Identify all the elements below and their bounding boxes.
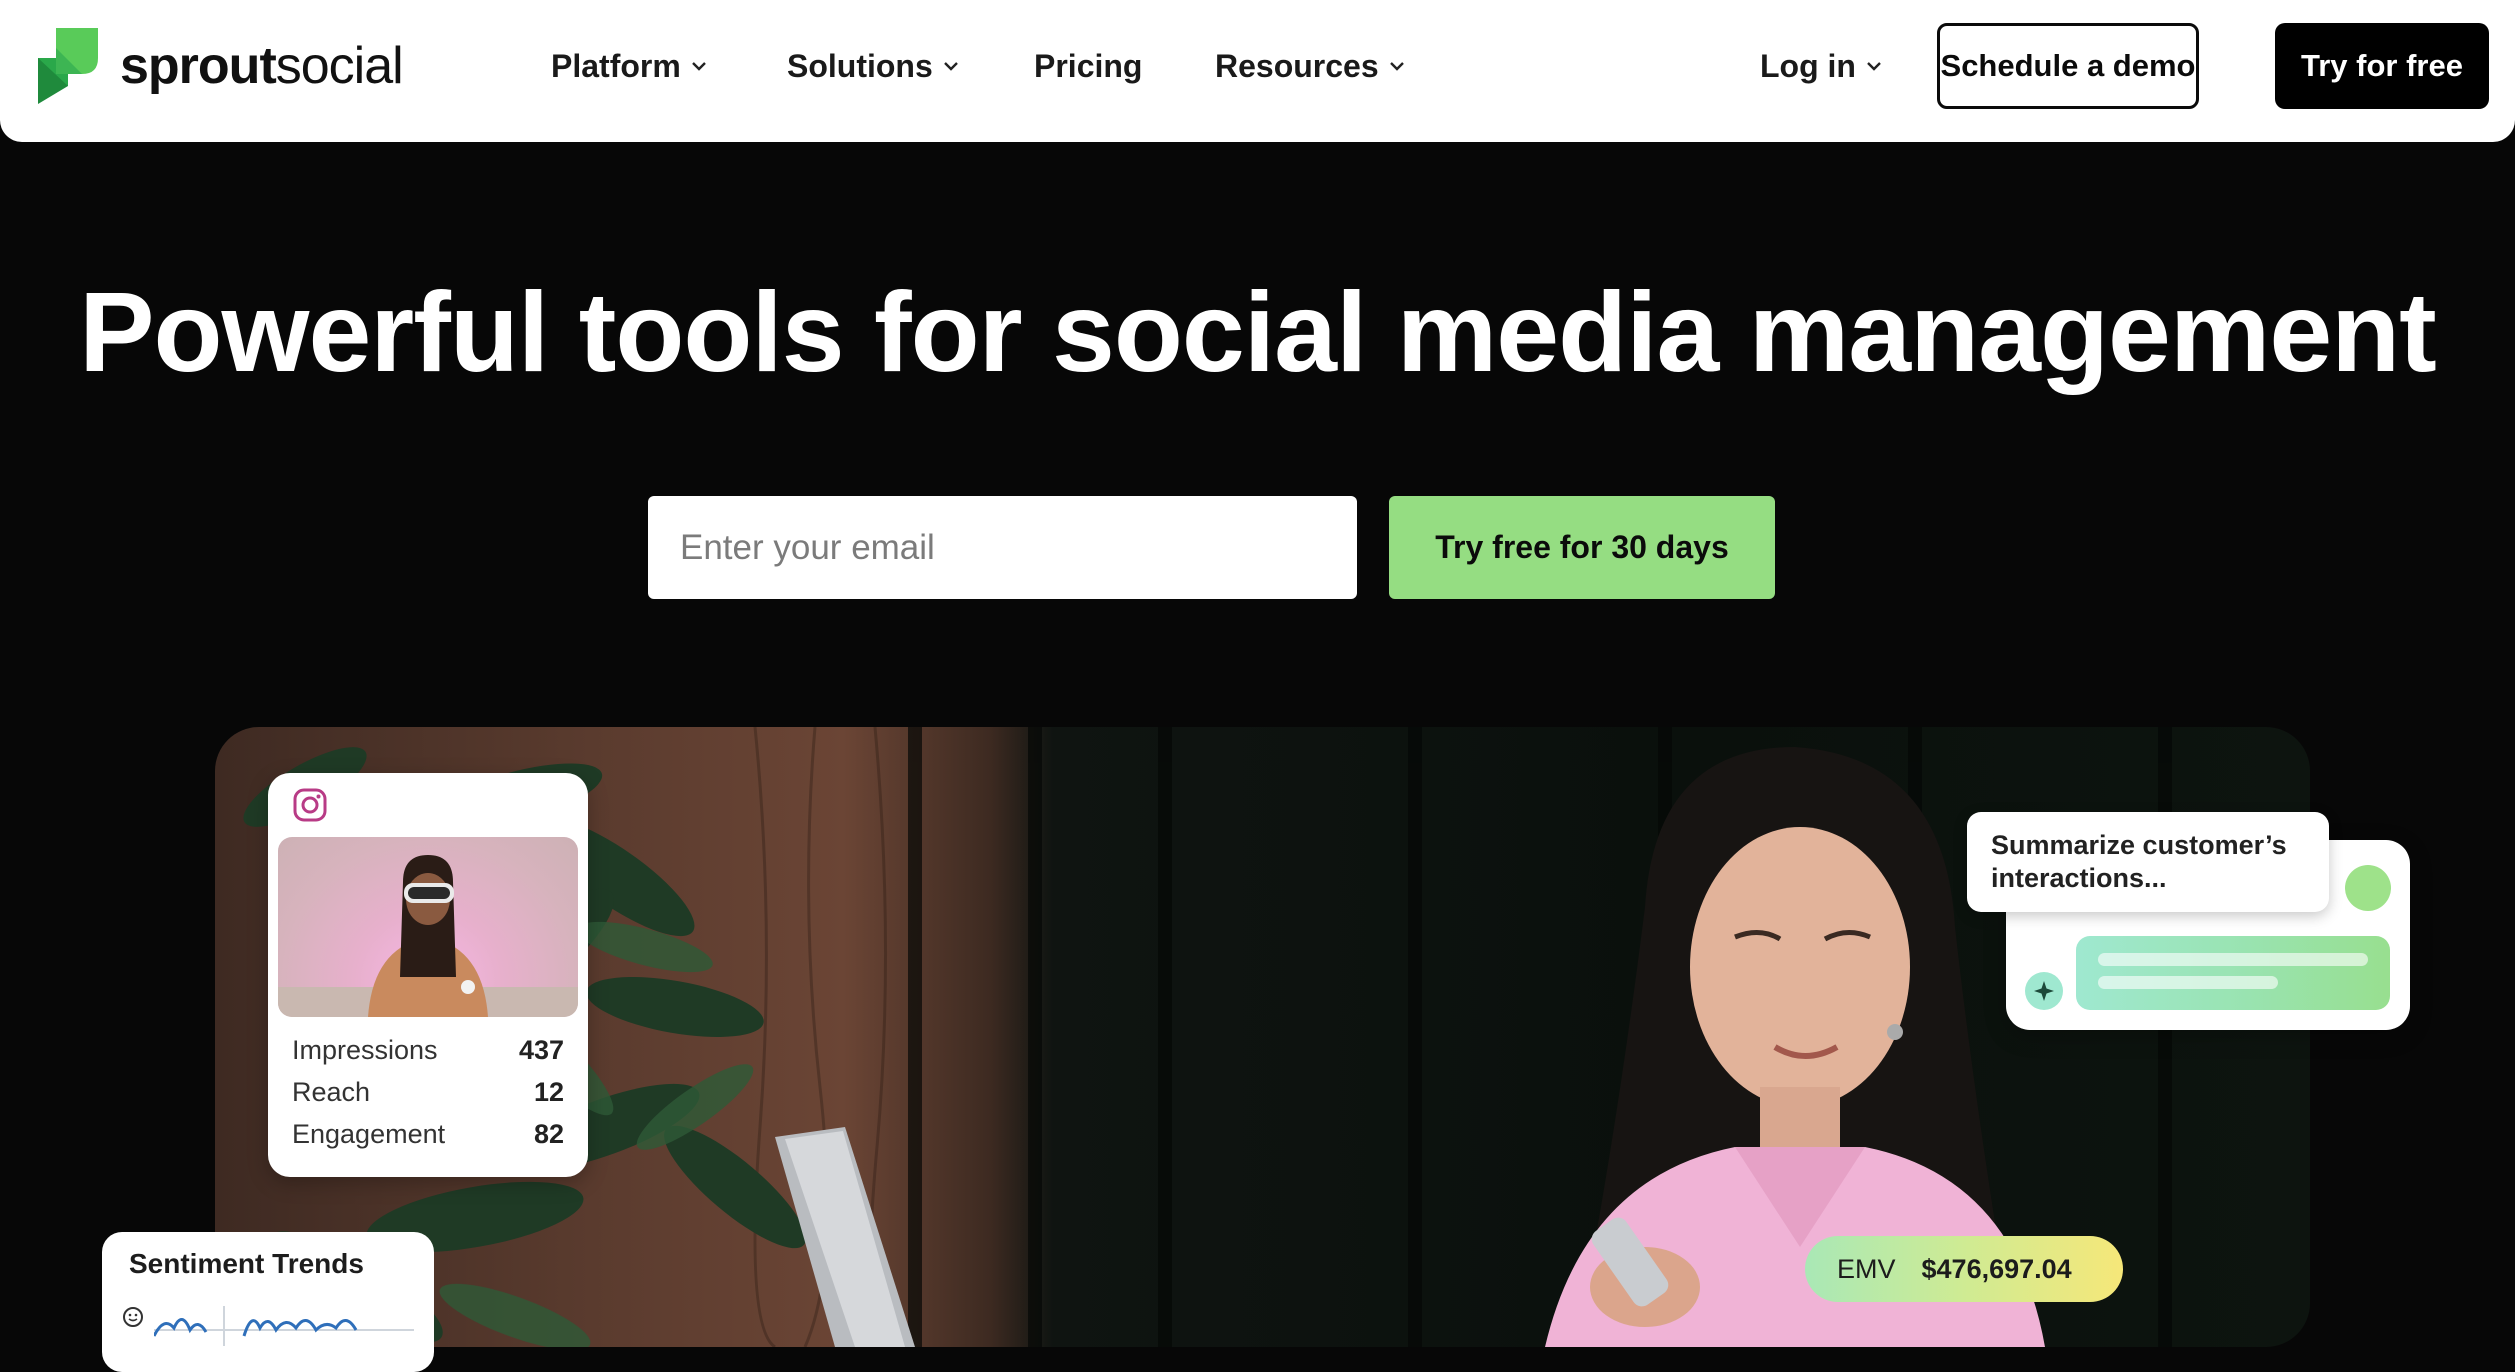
nav-label: Resources — [1215, 47, 1379, 84]
stat-row-impressions: Impressions 437 — [292, 1035, 564, 1066]
email-input[interactable] — [648, 496, 1357, 599]
ai-prompt-bubble: Summarize customer’s interactions... — [1967, 812, 2329, 912]
stat-value: 12 — [533, 1077, 564, 1107]
smiley-icon — [123, 1307, 143, 1327]
login-label: Log in — [1760, 47, 1856, 84]
nav-pricing[interactable]: Pricing — [1034, 44, 1142, 88]
sparkle-icon — [2025, 972, 2063, 1010]
sentiment-trends-title: Sentiment Trends — [129, 1248, 364, 1279]
ai-response-bubble — [2076, 936, 2390, 1010]
chevron-down-icon — [1867, 62, 1881, 71]
nav-solutions[interactable]: Solutions — [787, 44, 959, 88]
stat-label: Engagement — [292, 1119, 446, 1149]
sprout-leaf-icon — [38, 28, 98, 104]
nav-label: Solutions — [787, 47, 933, 84]
chevron-down-icon — [691, 62, 706, 71]
logo-wordmark: sproutsocial — [120, 37, 404, 95]
stat-row-engagement: Engagement 82 — [292, 1119, 564, 1150]
stat-value: 437 — [518, 1035, 564, 1065]
emv-label: EMV — [1837, 1253, 1896, 1284]
site-header: sproutsocial Platform Solutions Pricing … — [0, 0, 2515, 142]
sprout-social-logo[interactable]: sproutsocial — [38, 28, 404, 104]
schedule-demo-button[interactable]: Schedule a demo — [1937, 23, 2199, 109]
try-free-30-days-button[interactable]: Try free for 30 days — [1389, 496, 1775, 599]
chevron-down-icon — [1389, 62, 1404, 71]
hero-title: Powerful tools for social media manageme… — [79, 269, 2437, 395]
login-link[interactable]: Log in — [1760, 44, 1882, 88]
nav-label: Pricing — [1034, 47, 1143, 84]
instagram-icon — [293, 788, 327, 822]
stat-label: Reach — [292, 1077, 371, 1107]
sentiment-trends-card: Sentiment Trends — [102, 1232, 434, 1372]
try-for-free-button[interactable]: Try for free — [2275, 23, 2489, 109]
avatar — [2345, 865, 2391, 911]
sentiment-sparkline — [154, 1306, 414, 1346]
emv-value: $476,697.04 — [1921, 1253, 2072, 1284]
stat-label: Impressions — [292, 1035, 438, 1065]
nav-resources[interactable]: Resources — [1215, 44, 1405, 88]
stat-row-reach: Reach 12 — [292, 1077, 564, 1108]
instagram-post-card: Impressions 437 Reach 12 Engagement 82 — [268, 773, 588, 1177]
nav-label: Platform — [551, 47, 681, 84]
chevron-down-icon — [943, 62, 958, 71]
post-image — [278, 837, 578, 1017]
stat-value: 82 — [533, 1119, 564, 1149]
emv-badge: EMV $476,697.04 — [1805, 1236, 2123, 1302]
nav-platform[interactable]: Platform — [551, 44, 707, 88]
